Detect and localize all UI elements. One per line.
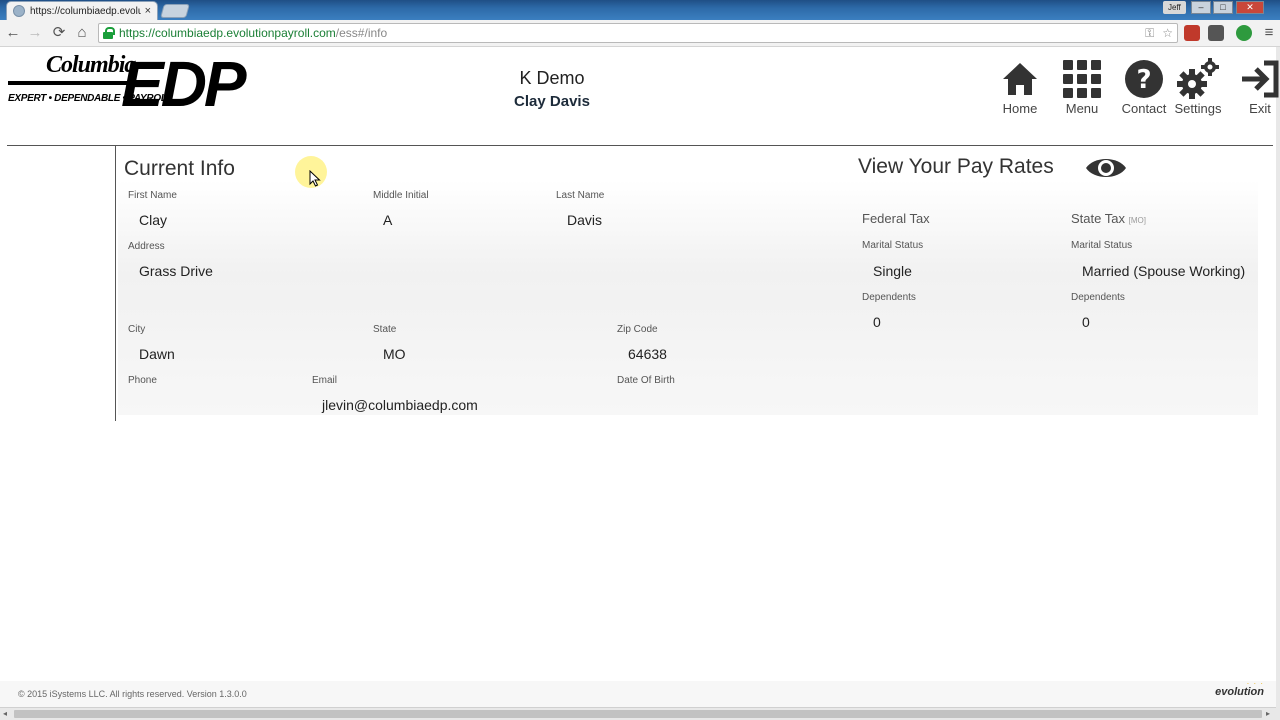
pay-rates-title: View Your Pay Rates <box>858 155 1054 178</box>
middle-initial-label: Middle Initial <box>373 190 429 201</box>
company-name: K Demo <box>519 68 585 88</box>
zip-code-value: 64638 <box>628 346 667 362</box>
federal-dependents-label: Dependents <box>862 292 916 303</box>
nav-menu[interactable]: Menu <box>1052 58 1112 116</box>
address-value: Grass Drive <box>139 263 213 279</box>
state-value: MO <box>383 346 406 362</box>
nav-settings[interactable]: Settings <box>1168 58 1228 116</box>
scrollbar-thumb[interactable] <box>14 710 1262 718</box>
lock-icon <box>103 27 115 39</box>
nav-menu-label: Menu <box>1065 101 1099 116</box>
last-name-value: Davis <box>567 212 603 228</box>
logo-bar <box>8 81 130 85</box>
page-footer: © 2015 iSystems LLC. All rights reserved… <box>0 679 1276 707</box>
page-favicon-icon <box>13 5 25 17</box>
url-path: /ess#/info <box>335 26 388 40</box>
federal-marital-value: Single <box>873 263 912 279</box>
grid-icon <box>1052 58 1112 100</box>
first-name-value: Clay <box>139 212 168 228</box>
nav-home[interactable]: Home <box>990 58 1050 116</box>
bookmark-star-icon[interactable]: ☆ <box>1162 26 1173 41</box>
tab-title: https://columbiaedp.evolu <box>30 5 141 17</box>
extension-icon[interactable] <box>1184 25 1200 41</box>
scroll-right-icon[interactable]: ▸ <box>1266 708 1270 720</box>
content-left-border <box>115 146 116 421</box>
email-value: jlevin@columbiaedp.com <box>322 397 478 413</box>
nav-exit[interactable]: Exit <box>1230 58 1280 116</box>
browser-tab[interactable]: https://columbiaedp.evolu × <box>6 1 158 20</box>
eye-icon[interactable] <box>1084 152 1128 184</box>
state-tax-title-text: State Tax <box>1071 211 1125 226</box>
state-label: State <box>373 324 397 335</box>
minimize-button[interactable]: – <box>1191 1 1211 14</box>
city-value: Dawn <box>139 346 175 362</box>
forward-button[interactable]: → <box>26 24 44 42</box>
new-tab-button[interactable] <box>160 4 190 18</box>
back-button[interactable]: ← <box>4 24 22 42</box>
address-bar[interactable]: https://columbiaedp.evolutionpayroll.com… <box>98 23 1178 43</box>
question-icon: ? <box>1114 58 1174 100</box>
state-dependents-label: Dependents <box>1071 292 1125 303</box>
employee-name: Clay Davis <box>514 93 590 110</box>
profile-badge[interactable]: Jeff <box>1163 1 1186 14</box>
nav-contact[interactable]: ? Contact <box>1114 58 1174 116</box>
extension-puzzle-icon[interactable] <box>1208 25 1224 41</box>
scroll-left-icon[interactable]: ◂ <box>3 708 7 720</box>
nav-contact-label: Contact <box>1121 101 1167 116</box>
close-window-button[interactable]: ✕ <box>1236 1 1264 14</box>
federal-dependents-value: 0 <box>873 314 881 330</box>
phone-label: Phone <box>128 375 157 386</box>
mouse-cursor-icon <box>309 170 321 187</box>
vertical-scrollbar[interactable] <box>1276 47 1280 720</box>
date-of-birth-label: Date Of Birth <box>617 375 675 386</box>
federal-marital-label: Marital Status <box>862 240 924 251</box>
maximize-button[interactable]: □ <box>1213 1 1233 14</box>
logo-edp-text: EDP <box>121 48 247 120</box>
city-label: City <box>128 324 146 335</box>
nav-settings-label: Settings <box>1174 101 1222 116</box>
middle-initial-value: A <box>383 212 393 228</box>
state-marital-value: Married (Spouse Working) <box>1082 263 1246 279</box>
header-divider <box>7 145 1273 146</box>
evolution-logo: evolution <box>1215 686 1264 698</box>
address-label: Address <box>128 241 165 252</box>
nav-exit-label: Exit <box>1249 101 1271 116</box>
state-tax-title: State Tax [MO] <box>1071 211 1146 226</box>
home-button[interactable]: ⌂ <box>73 24 91 42</box>
extension-green-icon[interactable] <box>1236 25 1252 41</box>
first-name-label: First Name <box>128 190 177 201</box>
reload-button[interactable]: ⟳ <box>50 24 68 42</box>
copyright-text: © 2015 iSystems LLC. All rights reserved… <box>18 689 247 699</box>
current-info-title: Current Info <box>124 157 235 180</box>
browser-titlebar: https://columbiaedp.evolu × Jeff – □ ✕ <box>0 0 1280 20</box>
state-tax-tag: [MO] <box>1128 216 1146 225</box>
nav-home-label: Home <box>1002 101 1038 116</box>
email-label: Email <box>312 375 338 386</box>
zip-code-label: Zip Code <box>617 324 658 335</box>
last-name-label: Last Name <box>556 190 605 201</box>
columbia-edp-logo[interactable]: Columbia EXPERT • DEPENDABLE • PAYROLL E… <box>8 50 247 122</box>
url-host: https://columbiaedp.evolutionpayroll.com <box>119 26 336 40</box>
tab-close-icon[interactable]: × <box>145 5 151 17</box>
chrome-menu-icon[interactable]: ≡ <box>1260 24 1278 42</box>
horizontal-scrollbar[interactable]: ◂ ▸ <box>0 707 1276 720</box>
state-dependents-value: 0 <box>1082 314 1090 330</box>
home-icon <box>990 58 1050 100</box>
gears-icon <box>1168 58 1228 100</box>
exit-icon <box>1230 58 1280 100</box>
federal-tax-title: Federal Tax <box>862 211 930 226</box>
key-icon[interactable]: ⚿ <box>1145 26 1154 41</box>
browser-toolbar: ← → ⟳ ⌂ https://columbiaedp.evolutionpay… <box>0 20 1280 47</box>
state-marital-label: Marital Status <box>1071 240 1133 251</box>
svg-text:?: ? <box>1136 65 1151 95</box>
